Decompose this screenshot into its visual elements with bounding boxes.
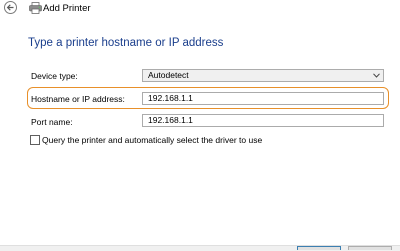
cancel-button[interactable] <box>348 246 392 250</box>
port-name-label: Port name: <box>31 117 73 127</box>
hostname-label: Hostname or IP address: <box>31 94 125 104</box>
device-type-value: Autodetect <box>148 70 189 80</box>
page-heading: Type a printer hostname or IP address <box>28 37 224 49</box>
hostname-input[interactable]: 192.168.1.1 <box>142 92 384 105</box>
query-printer-checkbox[interactable] <box>30 135 40 145</box>
back-arrow-icon <box>6 4 14 11</box>
query-printer-label[interactable]: Query the printer and automatically sele… <box>42 135 262 145</box>
back-button[interactable] <box>4 1 17 14</box>
printer-icon <box>29 2 42 14</box>
next-button[interactable] <box>297 246 341 250</box>
device-type-select[interactable]: Autodetect <box>142 69 384 82</box>
title-bar: Add Printer <box>0 0 400 17</box>
hostname-value: 192.168.1.1 <box>148 93 193 103</box>
device-type-label: Device type: <box>31 71 78 81</box>
window-title: Add Printer <box>43 3 91 14</box>
port-name-input[interactable]: 192.168.1.1 <box>142 114 384 127</box>
chevron-down-icon <box>373 73 380 78</box>
port-name-value: 192.168.1.1 <box>148 115 193 125</box>
